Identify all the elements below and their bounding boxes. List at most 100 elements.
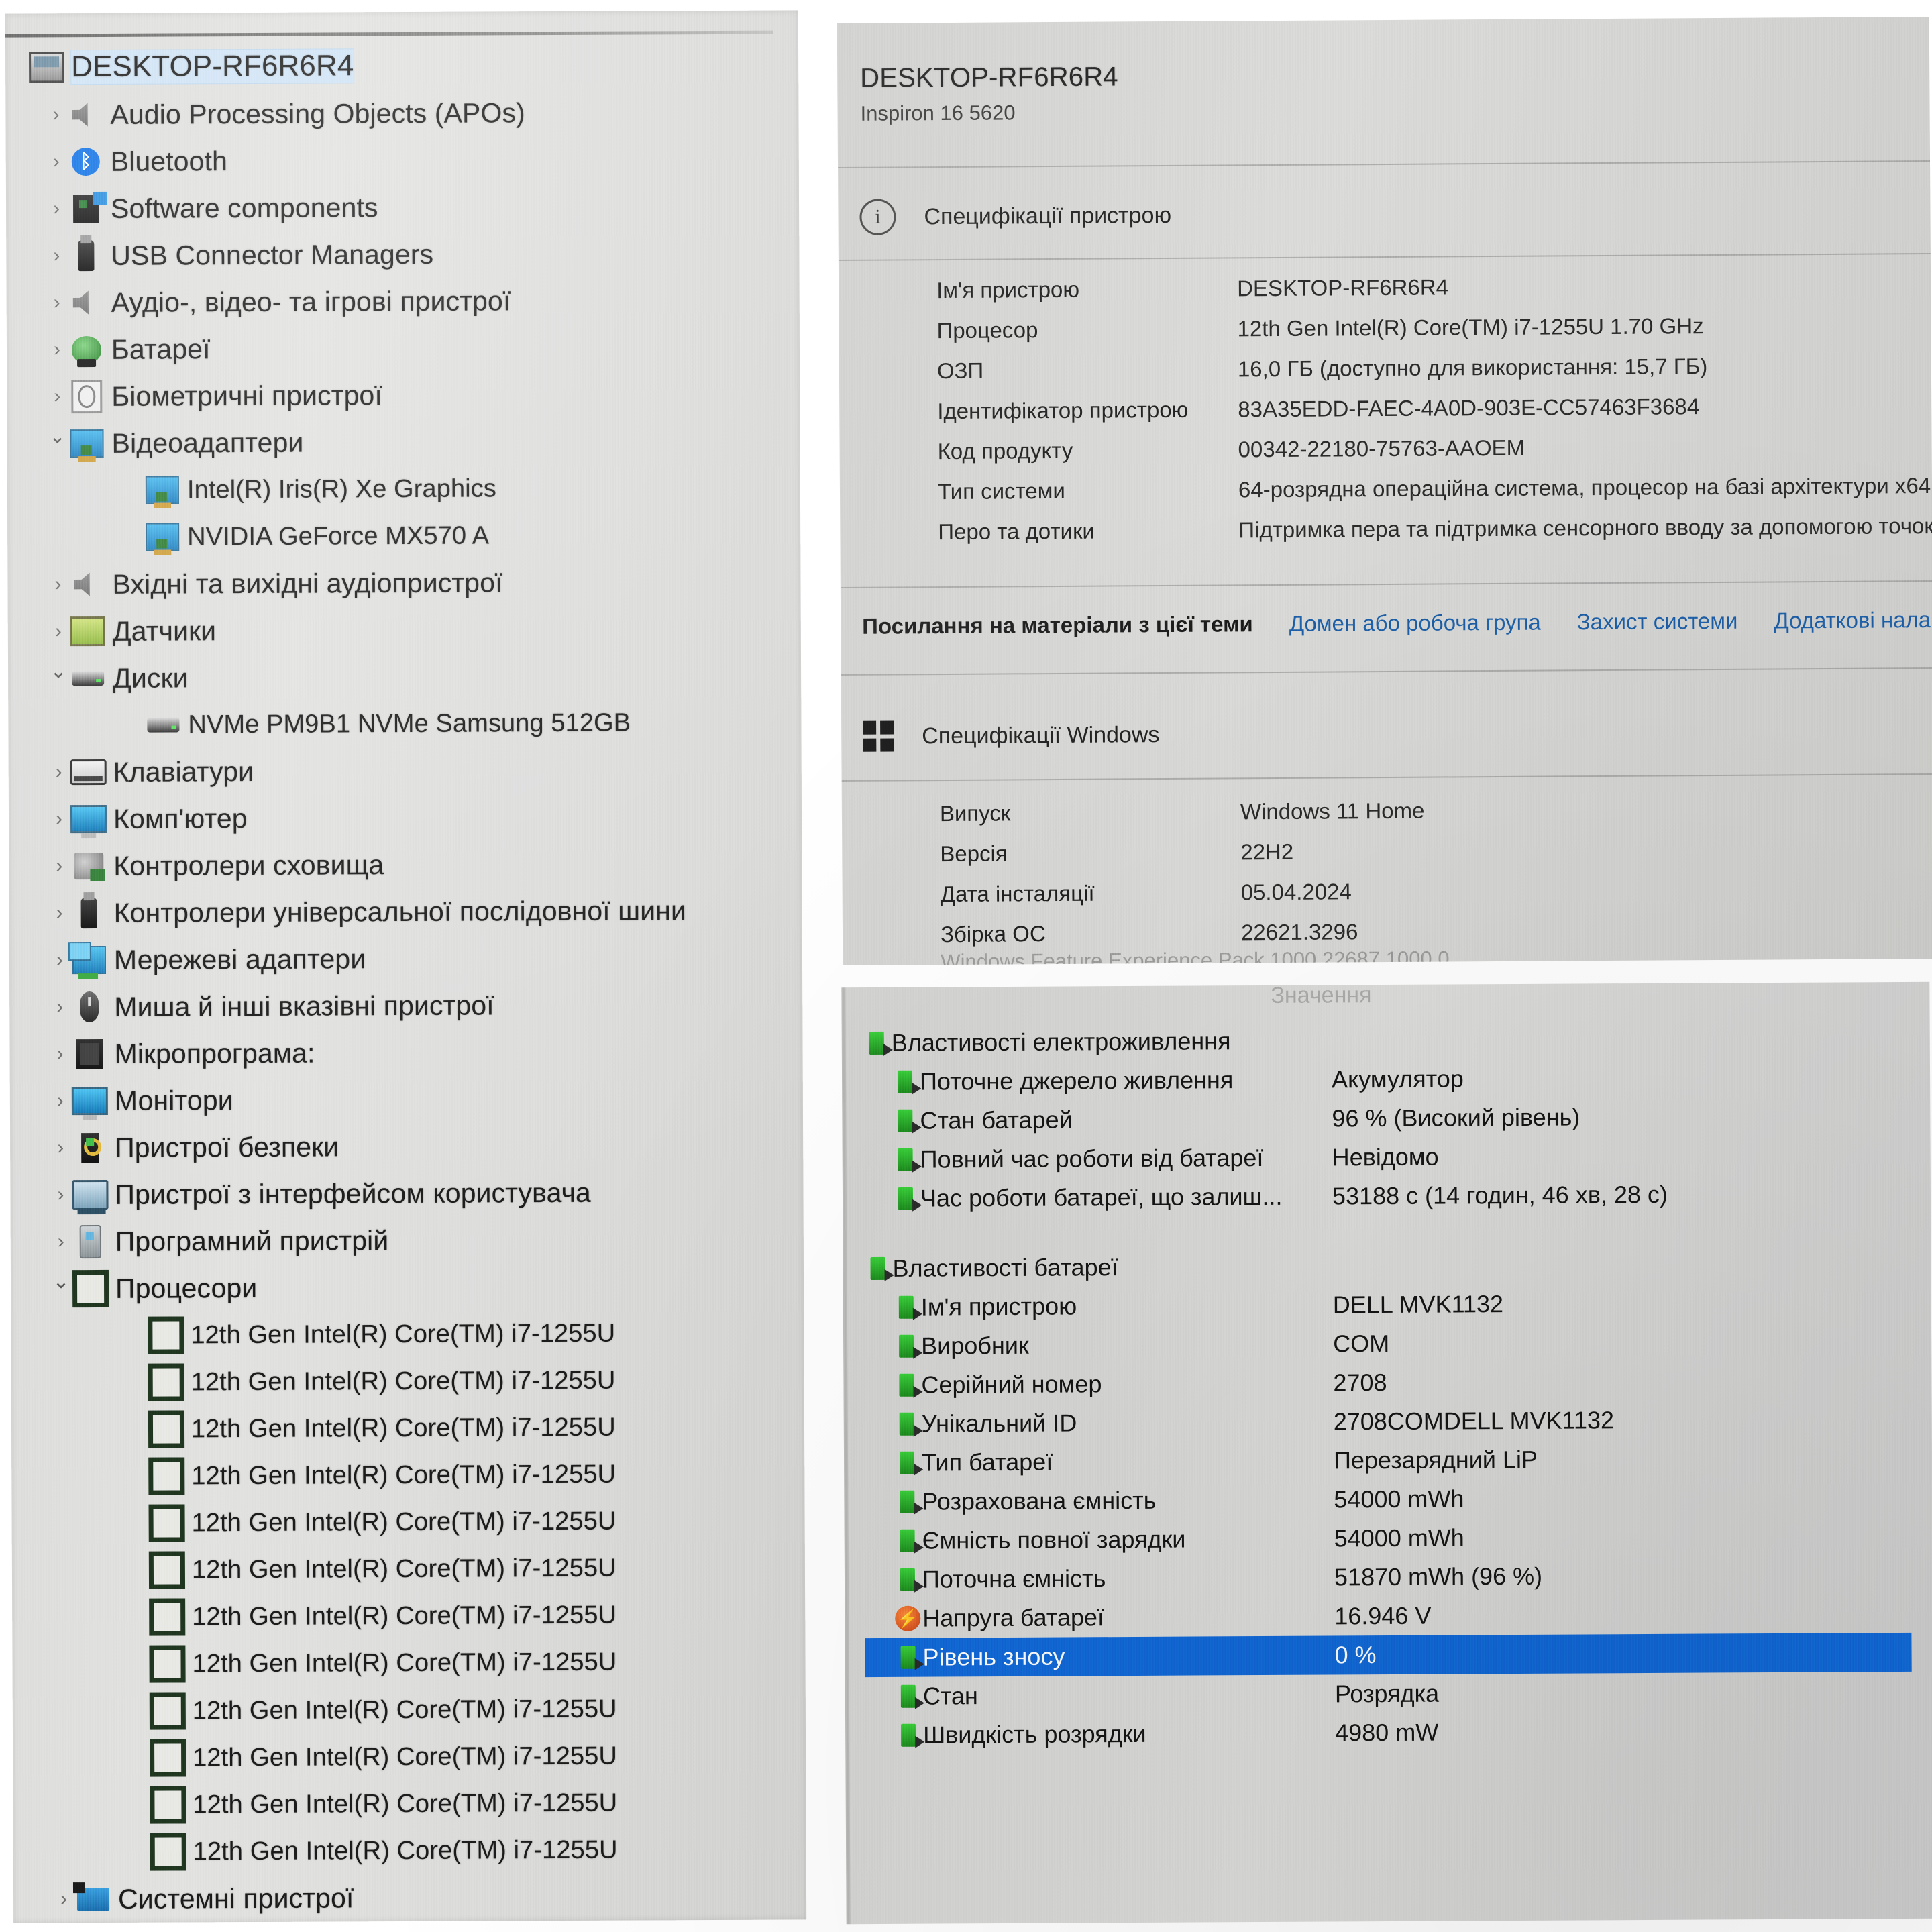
- tree-item[interactable]: NVMe PM9B1 NVMe Samsung 512GB: [8, 698, 801, 749]
- spec-row: Перо та дотики Підтримка пера та підтримк…: [938, 513, 1932, 559]
- tree-item[interactable]: 12th Gen Intel(R) Core(TM) i7-1255U: [11, 1497, 804, 1547]
- battery-row[interactable]: Тип батареї Перезарядний LiP: [864, 1438, 1911, 1483]
- tree-item[interactable]: NVIDIA GeForce MX570 A: [7, 511, 800, 561]
- chevron-right-icon[interactable]: ›: [48, 761, 70, 783]
- tree-item[interactable]: › Батареї: [7, 323, 800, 373]
- tree-item[interactable]: 12th Gen Intel(R) Core(TM) i7-1255U: [13, 1825, 806, 1876]
- tree-item[interactable]: › Вхідні та вихідні аудіопристрої: [7, 557, 800, 608]
- tree-item[interactable]: › Мережеві адаптери: [9, 933, 802, 983]
- tree-item[interactable]: › Миша й інші вказівні пристрої: [9, 980, 802, 1030]
- tree-root-label: DESKTOP-RF6R6R4: [71, 49, 354, 85]
- battery-row[interactable]: Розрахована ємність 54000 mWh: [864, 1477, 1911, 1521]
- tree-item[interactable]: 12th Gen Intel(R) Core(TM) i7-1255U: [13, 1731, 806, 1782]
- tree-item[interactable]: › Software components: [6, 182, 799, 232]
- software-component-icon: [68, 193, 104, 225]
- chevron-right-icon[interactable]: ›: [45, 244, 68, 266]
- tree-item[interactable]: 12th Gen Intel(R) Core(TM) i7-1255U: [11, 1309, 804, 1359]
- battery-row[interactable]: Стан Розрядка: [865, 1672, 1912, 1716]
- chevron-right-icon[interactable]: ›: [46, 573, 69, 595]
- tree-item[interactable]: Intel(R) Iris(R) Xe Graphics: [7, 464, 800, 514]
- chevron-right-icon[interactable]: ›: [48, 855, 70, 877]
- tree-item[interactable]: ⌄ Процесори: [11, 1262, 804, 1312]
- battery-row[interactable]: Поточна ємність 51870 mWh (96 %): [865, 1555, 1911, 1599]
- chevron-right-icon[interactable]: ›: [50, 1230, 72, 1252]
- tree-item[interactable]: › Контролери універсальної послідовної ши…: [9, 886, 802, 936]
- battery-row[interactable]: Серійний номер 2708: [863, 1360, 1910, 1405]
- chevron-right-icon[interactable]: ›: [47, 620, 70, 642]
- battery-row[interactable]: Ємність повної зарядки 54000 mWh: [865, 1516, 1911, 1560]
- battery-row[interactable]: Швидкість розрядки 4980 mW: [865, 1711, 1912, 1755]
- tree-item-label: 12th Gen Intel(R) Core(TM) i7-1255U: [191, 1460, 616, 1490]
- tree-item[interactable]: 12th Gen Intel(R) Core(TM) i7-1255U: [13, 1684, 806, 1735]
- battery-row[interactable]: ⚡ Напруга батареї 16.946 V: [865, 1594, 1911, 1638]
- chevron-right-icon[interactable]: ›: [48, 996, 71, 1018]
- battery-group-header[interactable]: Властивості електроживлення: [862, 1018, 1909, 1063]
- device-specs-header[interactable]: i Специфікації пристрою: [859, 197, 1171, 235]
- battery-row[interactable]: Повний час роботи від батареї Невідомо: [863, 1135, 1909, 1179]
- chevron-right-icon[interactable]: ›: [46, 338, 68, 360]
- chevron-right-icon[interactable]: ›: [48, 1042, 71, 1065]
- battery-row[interactable]: Поточне джерело живлення Акумулятор: [862, 1057, 1909, 1102]
- tree-item[interactable]: › Пристрої з інтерфейсом користувача: [10, 1168, 803, 1218]
- chevron-down-icon[interactable]: ⌄: [46, 425, 68, 447]
- battery-row-selected[interactable]: Рівень зносу 0 %: [865, 1632, 1912, 1678]
- tree-item[interactable]: › Мікропрограма:: [9, 1027, 802, 1077]
- tree-item[interactable]: › Датчики: [8, 604, 801, 655]
- tree-item[interactable]: › Програмний пристрій: [11, 1215, 804, 1265]
- battery-row-key: Рівень зносу: [922, 1642, 1065, 1671]
- related-link[interactable]: Додаткові налашт: [1774, 607, 1932, 634]
- tree-item[interactable]: › Пристрої безпеки: [10, 1121, 803, 1171]
- battery-rows[interactable]: Властивості електроживлення Поточне джере…: [862, 1018, 1913, 1755]
- related-link[interactable]: Домен або робоча група: [1289, 610, 1541, 637]
- tree-item[interactable]: › Контролери сховища: [9, 839, 802, 890]
- chevron-right-icon[interactable]: ›: [49, 1183, 72, 1205]
- tree-item[interactable]: 12th Gen Intel(R) Core(TM) i7-1255U: [11, 1403, 804, 1453]
- tree-item[interactable]: ⌄ Відеоадаптери: [7, 417, 800, 467]
- tree-item[interactable]: › Комп'ютер: [9, 792, 802, 843]
- battery-row-key: Ім'я пристрою: [920, 1292, 1077, 1321]
- tree-item[interactable]: 12th Gen Intel(R) Core(TM) i7-1255U: [12, 1591, 805, 1641]
- chevron-right-icon[interactable]: ›: [48, 902, 71, 924]
- chevron-down-icon[interactable]: ⌄: [47, 660, 70, 682]
- battery-group-header[interactable]: Властивості батареї: [863, 1244, 1909, 1288]
- tree-item[interactable]: 12th Gen Intel(R) Core(TM) i7-1255U: [12, 1638, 805, 1688]
- tree-item[interactable]: 12th Gen Intel(R) Core(TM) i7-1255U: [11, 1450, 804, 1500]
- chevron-down-icon[interactable]: ⌄: [50, 1271, 72, 1293]
- chevron-right-icon[interactable]: ›: [46, 291, 68, 313]
- chevron-right-icon[interactable]: ›: [46, 385, 68, 407]
- chevron-right-icon[interactable]: ›: [48, 949, 71, 971]
- chevron-right-icon[interactable]: ›: [45, 197, 68, 219]
- tree-item[interactable]: › Клавіатури: [9, 745, 802, 796]
- tree-item[interactable]: 12th Gen Intel(R) Core(TM) i7-1255U: [13, 1778, 806, 1829]
- tree-item-label: 12th Gen Intel(R) Core(TM) i7-1255U: [192, 1695, 617, 1725]
- tree-item[interactable]: › Біометричні пристрої: [7, 370, 800, 420]
- battery-row[interactable]: Час роботи батареї, що залиш... 53188 с (…: [863, 1174, 1909, 1218]
- network-adapter-icon: [71, 944, 107, 976]
- device-tree[interactable]: DESKTOP-RF6R6R4 › Audio Processing Objects…: [5, 40, 806, 1923]
- chevron-right-icon[interactable]: ›: [44, 103, 67, 125]
- tree-item-label: Монітори: [114, 1084, 233, 1116]
- tree-item-label: Пристрої з інтерфейсом користувача: [115, 1177, 591, 1210]
- windows-specs-header[interactable]: Специфікації Windows: [863, 719, 1160, 752]
- battery-row[interactable]: Виробник COM: [863, 1322, 1910, 1366]
- chevron-right-icon[interactable]: ›: [52, 1888, 75, 1910]
- tree-item[interactable]: ⌄ Диски: [8, 651, 801, 702]
- related-link[interactable]: Захист системи: [1577, 608, 1738, 635]
- tree-root-item[interactable]: DESKTOP-RF6R6R4: [5, 40, 798, 91]
- tree-item[interactable]: › Audio Processing Objects (APOs): [5, 88, 798, 138]
- tree-item[interactable]: › ᛒ Bluetooth: [6, 135, 799, 185]
- chevron-right-icon[interactable]: ›: [48, 808, 70, 830]
- tree-item[interactable]: › Системні пристрої: [13, 1872, 806, 1923]
- battery-row[interactable]: Ім'я пристрою DELL MVK1132: [863, 1283, 1910, 1327]
- tree-item[interactable]: › Аудіо-, відео- та ігрові пристрої: [7, 276, 800, 326]
- tree-item[interactable]: 12th Gen Intel(R) Core(TM) i7-1255U: [11, 1356, 804, 1406]
- battery-row[interactable]: Стан батарей 96 % (Високий рівень): [862, 1096, 1909, 1140]
- chevron-right-icon[interactable]: ›: [45, 150, 68, 172]
- tree-item[interactable]: 12th Gen Intel(R) Core(TM) i7-1255U: [12, 1544, 805, 1594]
- chevron-right-icon[interactable]: ›: [49, 1089, 72, 1112]
- tree-item[interactable]: › Монітори: [10, 1074, 803, 1124]
- battery-row[interactable]: Унікальний ID 2708COMDELL MVK1132: [864, 1399, 1911, 1444]
- related-links-row[interactable]: Посилання на матеріали з цієї теми Домен…: [862, 607, 1932, 639]
- tree-item[interactable]: › USB Connector Managers: [6, 229, 799, 279]
- chevron-right-icon[interactable]: ›: [49, 1136, 72, 1159]
